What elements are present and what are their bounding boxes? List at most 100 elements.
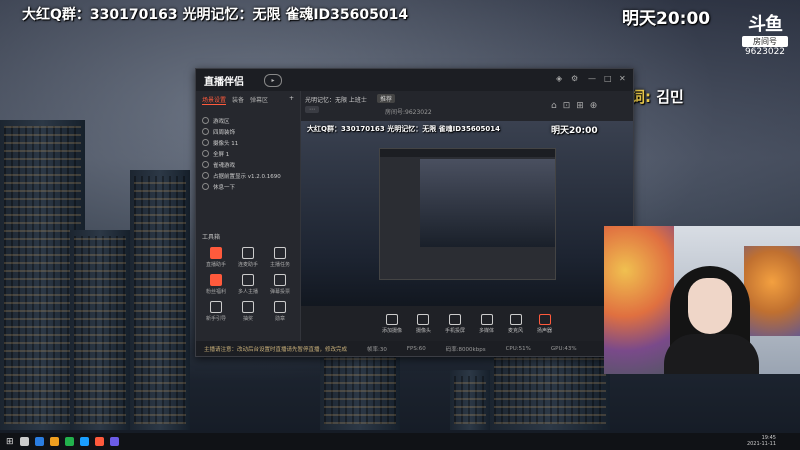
streaming-app-window: 直播伴侣 ▸ ◈ ⚙ — □ ✕ 场景设置 装备 弹幕区 + 游戏区 四周装饰 … — [195, 68, 641, 357]
preview-info-overlay: 大红Q群：330170163 光明记忆：无限 雀魂ID35605014 — [307, 125, 501, 133]
room-tag: 房间号 — [742, 36, 788, 47]
maximize-icon[interactable]: □ — [604, 74, 612, 83]
layer-list: 游戏区 四周装饰 摄像头 11 全屏 1 雀魂游戏 占据前置显示 v1.2.0.… — [196, 115, 300, 192]
tool-multi-host[interactable]: 多人主播 — [232, 274, 264, 295]
stream-info-overlay: 大红Q群：330170163 光明记忆：无限 雀魂ID35605014 — [22, 7, 409, 23]
layer-item[interactable]: 休息一下 — [196, 181, 300, 192]
search-icon[interactable] — [19, 437, 29, 446]
layer-item[interactable]: 占据前置显示 v1.2.0.1690 — [196, 170, 300, 181]
status-frame: FPS:60 — [406, 345, 426, 352]
folder-icon[interactable] — [49, 437, 59, 446]
tool-medal[interactable]: 勋章 — [264, 301, 296, 322]
layer-item[interactable]: 游戏区 — [196, 115, 300, 126]
close-icon[interactable]: ✕ — [619, 74, 626, 83]
visibility-icon[interactable] — [202, 161, 209, 168]
status-warning: 主播请注意：改动后台设置时直播请先暂停直播，修改完成 — [204, 346, 348, 353]
douyu-logo: 斗鱼 房间号 9623022 — [742, 10, 788, 57]
sidebar-tabs: 场景设置 装备 弹幕区 + — [196, 91, 300, 109]
room-id-label: 房间号:9623022 — [385, 109, 432, 116]
tool-live-assistant[interactable]: 直播助手 — [200, 247, 232, 268]
preview-tool-icons[interactable]: ⌂⊡⊞⊕ — [551, 101, 603, 111]
layer-item[interactable]: 雀魂游戏 — [196, 159, 300, 170]
qq-icon[interactable] — [79, 437, 89, 446]
microphone-button[interactable]: 麦克风 — [508, 313, 523, 334]
app-titlebar[interactable]: 直播伴侣 ▸ ◈ ⚙ — □ ✕ — [196, 69, 633, 91]
webcam-icon — [417, 313, 430, 325]
speaker-icon — [538, 313, 551, 325]
scene-sidebar: 场景设置 装备 弹幕区 + 游戏区 四周装饰 摄像头 11 全屏 1 雀魂游戏 … — [196, 91, 301, 341]
tool-tasks[interactable]: 主播任务 — [264, 247, 296, 268]
nested-titlebar — [380, 149, 555, 157]
visibility-icon[interactable] — [202, 128, 209, 135]
status-fps: 帧率:30 — [367, 346, 387, 353]
wechat-icon[interactable] — [64, 437, 74, 446]
add-camera-button[interactable]: 添加摄像 — [382, 313, 402, 334]
tool-guide[interactable]: 新手引导 — [200, 301, 232, 322]
tab-scenes[interactable]: 场景设置 — [202, 95, 227, 105]
stream-preview: 大红Q群：330170163 光明记忆：无限 雀魂ID35605014 明天20… — [301, 121, 633, 321]
status-bitrate: 码率:8000kbps — [445, 346, 486, 353]
media-icon — [480, 313, 493, 325]
preview-header: 光明记忆：无限 上班士 推荐 房间号:9623022 ⋯ ⌂⊡⊞⊕ — [301, 91, 633, 121]
tool-lottery[interactable]: 抽奖 — [232, 301, 264, 322]
webcam-button[interactable]: 摄像头 — [416, 313, 431, 334]
tool-icon — [210, 301, 222, 313]
microphone-icon — [509, 313, 522, 325]
tool-icon — [242, 247, 254, 259]
tab-gear[interactable]: 装备 — [232, 95, 244, 105]
visibility-icon[interactable] — [202, 172, 209, 179]
visibility-icon[interactable] — [202, 139, 209, 146]
more-settings-button[interactable]: ⋯ — [305, 106, 319, 113]
system-clock[interactable]: 19:45 2021-11-11 — [747, 435, 776, 447]
recommend-badge: 推荐 — [377, 94, 396, 103]
app-brand: 直播伴侣 — [204, 77, 244, 88]
plush-toys — [744, 246, 800, 336]
webcam-feed — [604, 226, 800, 374]
lyric-value: 김민 — [656, 88, 684, 106]
room-number: 9623022 — [744, 47, 786, 57]
visibility-icon[interactable] — [202, 117, 209, 124]
layer-item[interactable]: 摄像头 11 — [196, 137, 300, 148]
status-bar: 主播请注意：改动后台设置时直播请先暂停直播，修改完成 帧率:30 FPS:60 … — [196, 341, 641, 356]
tab-danmaku[interactable]: 弹幕区 — [250, 95, 268, 105]
media-button[interactable]: 多媒体 — [479, 313, 494, 334]
speaker-button[interactable]: 扬声器 — [537, 313, 552, 334]
tool-icon — [274, 274, 286, 286]
lyric-overlay: 词: 김민 — [630, 86, 684, 107]
tool-vote[interactable]: 弹幕投票 — [264, 274, 296, 295]
layer-item[interactable]: 全屏 1 — [196, 148, 300, 159]
tool-fan-benefits[interactable]: 粉丝福利 — [200, 274, 232, 295]
tool-icon — [210, 247, 222, 259]
tool-icon — [274, 247, 286, 259]
camera-icon — [385, 313, 398, 325]
status-cpu: CPU:51% — [505, 345, 531, 352]
building — [70, 230, 130, 430]
version-pill[interactable]: ▸ — [264, 74, 282, 87]
tool-icon — [274, 301, 286, 313]
skin-icon[interactable]: ◈ — [556, 74, 562, 83]
minimize-icon[interactable]: — — [588, 74, 596, 83]
phone-cast-button[interactable]: 手机投屏 — [445, 313, 465, 334]
add-scene-icon[interactable]: + — [289, 95, 294, 105]
tool-icon — [242, 274, 254, 286]
stream-title[interactable]: 光明记忆：无限 上班士 — [305, 95, 367, 104]
preview-schedule-overlay: 明天20:00 — [551, 126, 598, 136]
source-toolbar: 添加摄像 摄像头 手机投屏 多媒体 麦克风 扬声器 — [301, 306, 633, 341]
schedule-overlay: 明天20:00 — [622, 9, 711, 29]
visibility-icon[interactable] — [202, 150, 209, 157]
layer-item[interactable]: 四周装饰 — [196, 126, 300, 137]
app-icon[interactable] — [109, 437, 119, 446]
nested-preview-window — [379, 148, 556, 280]
building — [130, 170, 190, 430]
settings-icon[interactable]: ⚙ — [571, 74, 578, 83]
tool-icon — [210, 274, 222, 286]
phone-icon — [448, 313, 461, 325]
tool-icon — [242, 301, 254, 313]
toolbox-grid: 直播助手 连麦助手 主播任务 粉丝福利 多人主播 弹幕投票 新手引导 抽奖 勋章 — [200, 247, 296, 322]
stream-app-icon[interactable] — [94, 437, 104, 446]
tool-linkmic[interactable]: 连麦助手 — [232, 247, 264, 268]
browser-icon[interactable] — [34, 437, 44, 446]
streamer-face — [688, 278, 732, 334]
start-icon[interactable]: ⊞ — [6, 437, 14, 447]
visibility-icon[interactable] — [202, 183, 209, 190]
